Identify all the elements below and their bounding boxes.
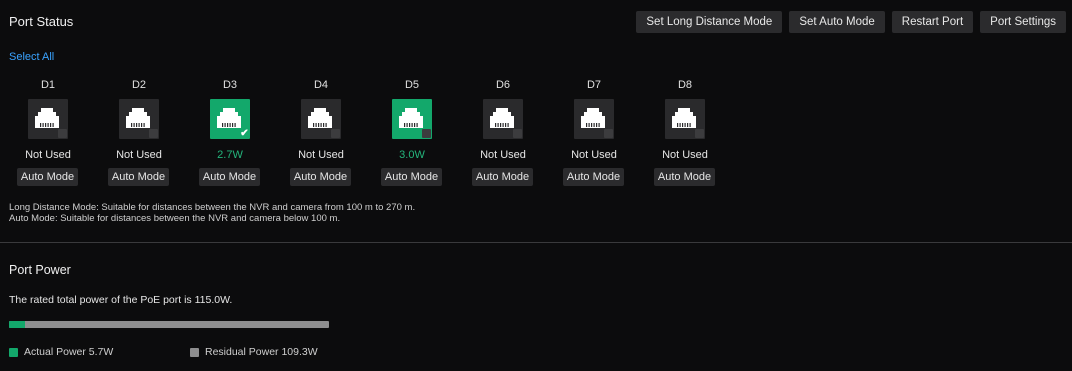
- port-status-text: 2.7W: [217, 149, 243, 161]
- port-checkbox[interactable]: [513, 129, 522, 138]
- port-d2: D2 Not Used Auto Mode: [108, 78, 207, 186]
- port-list: D1 Not Used Auto Mode D2 Not Used Auto Mode D3…: [17, 78, 753, 186]
- port-d7: D7 Not Used Auto Mode: [563, 78, 662, 186]
- legend-residual-power: Residual Power 109.3W: [190, 346, 318, 358]
- port-mode-button[interactable]: Auto Mode: [290, 168, 351, 186]
- port-d8: D8 Not Used Auto Mode: [654, 78, 753, 186]
- rated-power-text: The rated total power of the PoE port is…: [9, 294, 233, 306]
- checkmark-icon[interactable]: ✔: [240, 129, 249, 139]
- port-name: D7: [586, 79, 602, 91]
- port-mode-button[interactable]: Auto Mode: [199, 168, 260, 186]
- residual-power-swatch: [190, 347, 199, 357]
- port-d4: D4 Not Used Auto Mode: [290, 78, 389, 186]
- port-name: D5: [404, 79, 420, 91]
- power-usage-bar: [9, 321, 329, 328]
- mode-notes: Long Distance Mode: Suitable for distanc…: [9, 202, 415, 224]
- long-distance-note: Long Distance Mode: Suitable for distanc…: [9, 202, 416, 213]
- port-tile[interactable]: [28, 99, 68, 139]
- port-tile[interactable]: [483, 99, 523, 139]
- port-name: D2: [131, 79, 147, 91]
- port-mode-button[interactable]: Auto Mode: [654, 168, 715, 186]
- port-checkbox[interactable]: [604, 129, 613, 138]
- port-tile[interactable]: ✔: [210, 99, 250, 139]
- set-auto-mode-button[interactable]: Set Auto Mode: [789, 11, 885, 33]
- port-status-text: 3.0W: [399, 149, 425, 161]
- port-tile[interactable]: [574, 99, 614, 139]
- actual-power-label: Actual Power 5.7W: [24, 346, 114, 358]
- port-mode-button[interactable]: Auto Mode: [17, 168, 78, 186]
- set-long-distance-mode-button[interactable]: Set Long Distance Mode: [636, 11, 783, 33]
- port-mode-button[interactable]: Auto Mode: [108, 168, 169, 186]
- residual-power-label: Residual Power 109.3W: [205, 346, 318, 358]
- section-divider: [0, 242, 1072, 243]
- auto-mode-note: Auto Mode: Suitable for distances betwee…: [9, 213, 341, 224]
- port-status-text: Not Used: [298, 149, 344, 161]
- power-usage-fill: [9, 321, 25, 328]
- port-tile[interactable]: [392, 99, 432, 139]
- port-checkbox[interactable]: [331, 129, 340, 138]
- port-d6: D6 Not Used Auto Mode: [472, 78, 571, 186]
- port-status-text: Not Used: [480, 149, 526, 161]
- port-status-text: Not Used: [662, 149, 708, 161]
- port-status-text: Not Used: [25, 149, 71, 161]
- port-checkbox[interactable]: [422, 129, 431, 138]
- port-name: D6: [495, 79, 511, 91]
- port-d1: D1 Not Used Auto Mode: [17, 78, 116, 186]
- port-tile[interactable]: [301, 99, 341, 139]
- port-name: D1: [40, 79, 56, 91]
- port-d5: D5 3.0W Auto Mode: [381, 78, 480, 186]
- port-checkbox[interactable]: [695, 129, 704, 138]
- port-name: D3: [222, 79, 238, 91]
- port-status-panel: Port Status Set Long Distance Mode Set A…: [0, 0, 1072, 371]
- port-name: D4: [313, 79, 329, 91]
- port-status-title: Port Status: [9, 14, 74, 29]
- actual-power-swatch: [9, 347, 18, 357]
- legend-actual-power: Actual Power 5.7W: [9, 346, 113, 358]
- port-checkbox[interactable]: [149, 129, 158, 138]
- port-tile[interactable]: [119, 99, 159, 139]
- select-all-link[interactable]: Select All: [9, 51, 54, 63]
- port-mode-button[interactable]: Auto Mode: [381, 168, 442, 186]
- restart-port-button[interactable]: Restart Port: [891, 11, 974, 33]
- toolbar: Set Long Distance Mode Set Auto Mode Res…: [636, 11, 1066, 33]
- port-mode-button[interactable]: Auto Mode: [563, 168, 624, 186]
- port-name: D8: [677, 79, 693, 91]
- port-status-text: Not Used: [116, 149, 162, 161]
- port-checkbox[interactable]: [58, 129, 67, 138]
- port-tile[interactable]: [665, 99, 705, 139]
- port-mode-button[interactable]: Auto Mode: [472, 168, 533, 186]
- port-settings-button[interactable]: Port Settings: [980, 11, 1066, 33]
- port-power-title: Port Power: [9, 263, 71, 277]
- port-status-text: Not Used: [571, 149, 617, 161]
- port-d3: D3 ✔ 2.7W Auto Mode: [199, 78, 298, 186]
